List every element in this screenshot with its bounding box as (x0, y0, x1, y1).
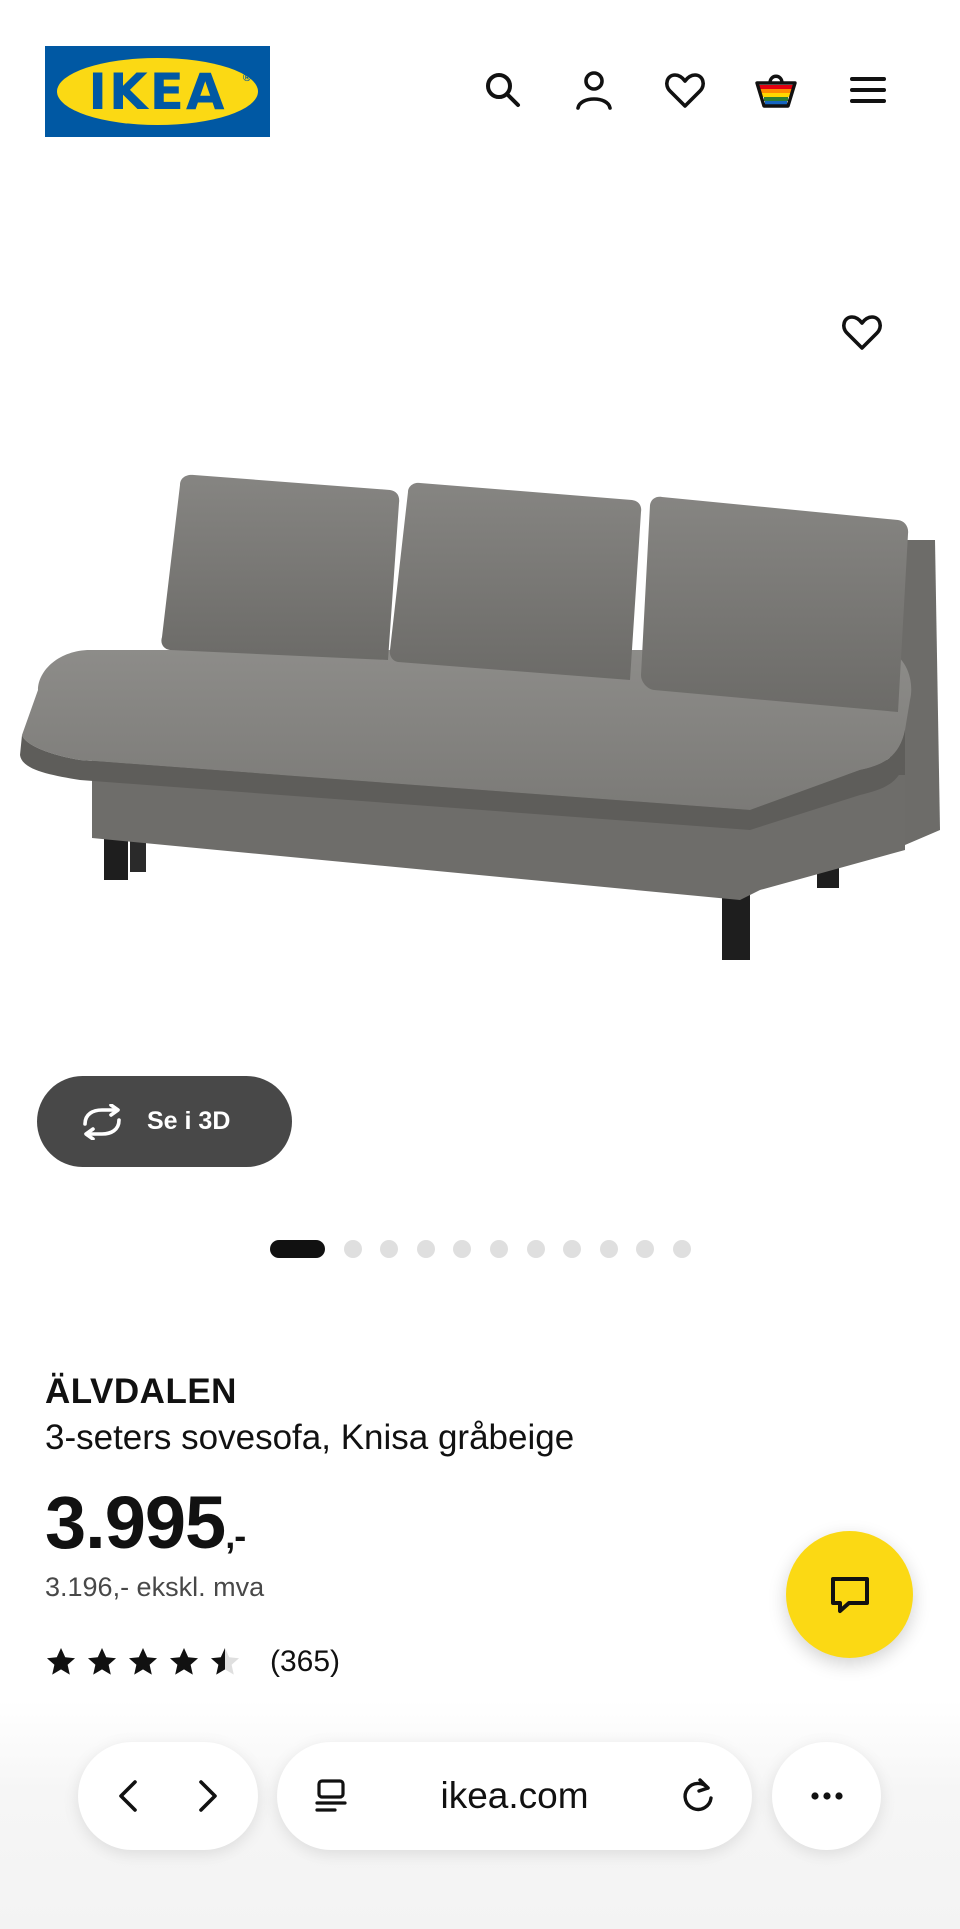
carousel-dot[interactable] (380, 1240, 399, 1258)
product-description: 3-seters sovesofa, Knisa gråbeige (45, 1418, 575, 1457)
review-count[interactable]: (365) (270, 1645, 340, 1679)
carousel-dot[interactable] (563, 1240, 582, 1258)
star-half-icon (211, 1648, 239, 1675)
carousel-dot[interactable] (526, 1240, 545, 1258)
carousel-dot[interactable] (343, 1240, 362, 1258)
search-icon[interactable] (475, 62, 531, 118)
heart-icon[interactable] (840, 310, 892, 362)
rotate-3d-icon (83, 1103, 121, 1140)
product-price: 3.995,- (45, 1480, 246, 1565)
star-full-icon (47, 1648, 75, 1675)
carousel-dot[interactable] (599, 1240, 618, 1258)
view-in-3d-button[interactable]: Se i 3D (37, 1076, 292, 1167)
price-suffix: ,- (225, 1515, 246, 1556)
favourites-icon[interactable] (657, 62, 713, 118)
product-name: ÄLVDALEN (45, 1372, 237, 1411)
chat-icon (830, 1576, 869, 1613)
account-icon[interactable] (566, 62, 622, 118)
carousel-dot-active[interactable] (270, 1240, 325, 1258)
cart-icon[interactable] (748, 62, 804, 118)
price-main: 3.995 (45, 1481, 226, 1564)
star-full-icon (88, 1648, 116, 1675)
price-excluding-vat: 3.196,- ekskl. mva (45, 1572, 265, 1602)
carousel-dot[interactable] (672, 1240, 691, 1258)
browser-more-button[interactable] (772, 1742, 881, 1850)
menu-icon[interactable] (840, 62, 896, 118)
tabs-icon[interactable] (311, 1776, 351, 1816)
image-carousel-indicator (270, 1240, 710, 1258)
site-header: IKEA ® (0, 0, 960, 150)
carousel-dot[interactable] (453, 1240, 472, 1258)
logo-text: IKEA (88, 62, 227, 121)
view-in-3d-label: Se i 3D (147, 1107, 231, 1135)
carousel-dot[interactable] (416, 1240, 435, 1258)
url-text[interactable]: ikea.com (440, 1775, 588, 1817)
star-full-icon (129, 1648, 157, 1675)
more-icon (810, 1792, 843, 1800)
carousel-dot[interactable] (489, 1240, 508, 1258)
ikea-logo[interactable]: IKEA ® (45, 46, 270, 137)
back-icon[interactable] (109, 1776, 149, 1816)
product-rating[interactable]: (365) (45, 1645, 340, 1679)
product-image[interactable] (0, 200, 960, 1060)
carousel-dot[interactable] (636, 1240, 655, 1258)
logo-registered-mark: ® (242, 72, 251, 84)
star-full-icon (170, 1648, 198, 1675)
reload-icon[interactable] (678, 1776, 718, 1816)
forward-icon[interactable] (187, 1776, 227, 1816)
browser-nav-group (78, 1742, 258, 1850)
chat-button[interactable] (786, 1531, 913, 1658)
address-bar[interactable]: ikea.com (277, 1742, 752, 1850)
rating-stars (45, 1646, 250, 1678)
